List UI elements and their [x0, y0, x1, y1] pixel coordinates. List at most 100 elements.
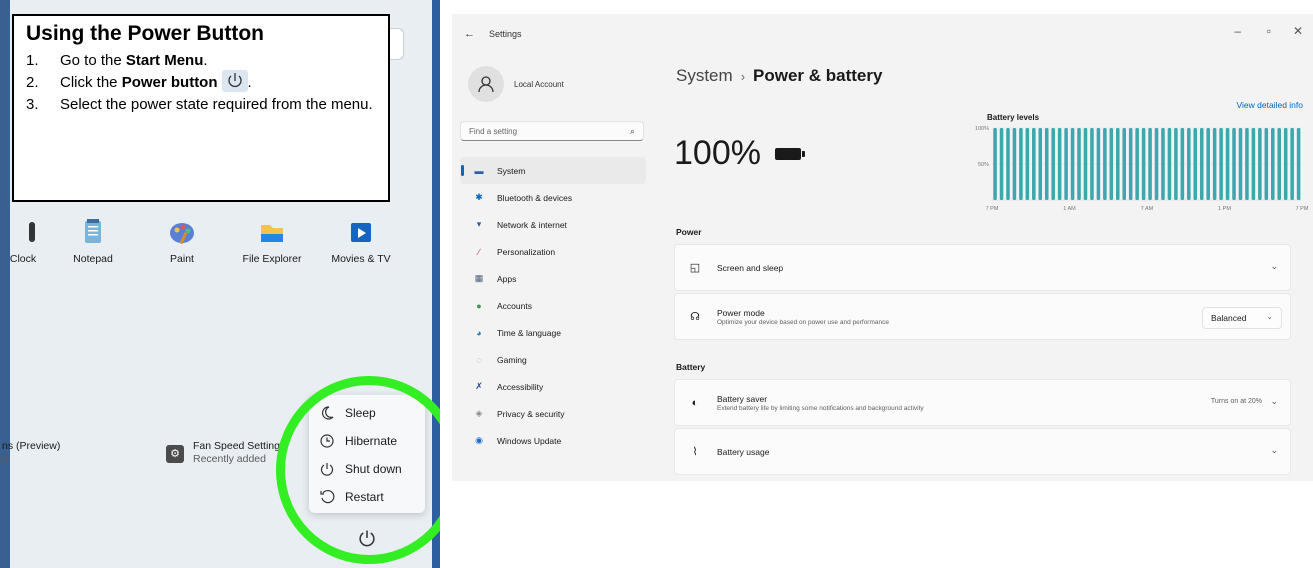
page-title: Power & battery — [753, 66, 883, 85]
nav-item-network[interactable]: ▾ Network & internet — [460, 211, 646, 238]
battery-level-bar — [1019, 128, 1023, 200]
battery-level-bar — [1225, 128, 1230, 200]
nav-item-apps[interactable]: ▦ Apps — [460, 265, 646, 292]
battery-level-bar — [1051, 128, 1055, 200]
nav-label: Accounts — [497, 300, 532, 311]
movies-icon — [347, 218, 375, 246]
battery-section-label: Battery — [676, 362, 706, 372]
account-profile[interactable]: Local Account — [468, 66, 564, 102]
power-icon — [221, 70, 248, 93]
chevron-down-icon: ⌄ — [1270, 445, 1278, 455]
chevron-down-icon: ⌄ — [1266, 312, 1273, 321]
battery-level-bar — [1032, 128, 1036, 200]
power-section-label: Power — [676, 227, 702, 237]
restart-menu-item[interactable]: Restart — [309, 483, 425, 511]
step-text: Click the — [60, 74, 122, 91]
folder-icon — [258, 218, 286, 246]
battery-level-bar — [1161, 128, 1165, 200]
find-setting-input[interactable]: Find a setting ⌕ — [460, 121, 644, 141]
gamepad-icon: ◌ — [476, 354, 482, 365]
battery-level-bar — [1251, 128, 1256, 200]
nav-label: Accessibility — [497, 381, 544, 392]
battery-level-bar — [1180, 128, 1185, 200]
step-text: Select the power state required from the… — [60, 96, 373, 114]
step-text: . — [247, 74, 252, 91]
battery-level-bar — [1290, 128, 1294, 200]
breadcrumb-parent[interactable]: System — [676, 66, 733, 85]
battery-level-bar — [1135, 128, 1139, 200]
pinned-app-paint[interactable]: Paint — [137, 218, 227, 265]
battery-level-bar — [1277, 128, 1282, 200]
screenshot-root: Clock Notepad Paint File Explorer Movies… — [0, 0, 1313, 568]
recommended-subtitle: d — [2, 453, 8, 465]
battery-level-bar — [1167, 128, 1172, 200]
fan-icon: ⚙ — [166, 445, 184, 463]
app-label: Clock — [9, 253, 37, 265]
nav-item-accounts[interactable]: ● Accounts — [460, 292, 646, 319]
chevron-down-icon: ⌄ — [1270, 396, 1278, 406]
battery-level-bar — [1154, 128, 1159, 200]
nav-item-windows-update[interactable]: ◉ Windows Update — [460, 427, 646, 454]
nav-item-system[interactable]: ▬ System — [460, 157, 646, 184]
battery-level-bar — [1245, 128, 1249, 200]
y-tick-label: 100% — [975, 126, 989, 132]
x-tick-label: 7 PM — [986, 206, 999, 212]
sleep-menu-item[interactable]: Sleep — [309, 399, 425, 427]
battery-saver-card[interactable]: ◐ Battery saver Extend battery life by l… — [674, 379, 1291, 426]
window-title: Settings — [489, 29, 522, 39]
pinned-app-file-explorer[interactable]: File Explorer — [227, 218, 317, 265]
pinned-app-notepad[interactable]: Notepad — [48, 218, 138, 265]
shut-down-menu-item[interactable]: Shut down — [309, 455, 425, 483]
battery-level-bar — [1038, 128, 1043, 200]
maximize-icon[interactable]: ▫ — [1267, 24, 1271, 38]
breadcrumb-separator: › — [740, 69, 746, 84]
notepad-icon — [79, 218, 107, 246]
view-detailed-info-link[interactable]: View detailed info — [1237, 100, 1303, 110]
power-mode-dropdown[interactable]: Balanced ⌄ — [1202, 307, 1282, 329]
battery-level-bar — [1103, 128, 1107, 200]
moon-icon — [321, 406, 334, 420]
hibernate-menu-item[interactable]: Hibernate — [309, 427, 425, 455]
card-description: Optimize your device based on power use … — [717, 318, 889, 326]
power-icon — [320, 463, 334, 476]
paint-icon — [168, 218, 196, 246]
battery-level-bar — [1109, 128, 1114, 200]
close-icon[interactable]: ✕ — [1293, 24, 1303, 38]
battery-level-bar — [1296, 128, 1301, 200]
recommended-item[interactable]: ns (Preview) d — [2, 440, 60, 466]
x-tick-label: 1 AM — [1063, 206, 1076, 212]
screen-and-sleep-card[interactable]: ◱ Screen and sleep ⌄ — [674, 244, 1291, 291]
instruction-title: Using the Power Button — [26, 22, 264, 45]
battery-level-bar — [1232, 128, 1236, 200]
battery-level-bar — [1187, 128, 1191, 200]
recommended-item[interactable]: Fan Speed Setting Recently added — [193, 440, 280, 466]
settings-nav: ▬ System ✱ Bluetooth & devices ▾ Network & … — [460, 157, 646, 454]
pinned-app-movies-tv[interactable]: Movies & TV — [316, 218, 406, 265]
globe-icon: ◕ — [476, 327, 482, 338]
search-placeholder: Find a setting — [469, 127, 518, 136]
nav-item-bluetooth[interactable]: ✱ Bluetooth & devices — [460, 184, 646, 211]
app-label: Movies & TV — [331, 253, 391, 265]
battery-levels-chart: 100% 50% 7 PM 1 AM 7 AM 1 PM 7 PM — [975, 126, 1309, 212]
nav-item-time-language[interactable]: ◕ Time & language — [460, 319, 646, 346]
back-arrow-icon[interactable]: ← — [464, 28, 475, 40]
restart-icon — [320, 489, 335, 504]
settings-window: ← Settings – ▫ ✕ Local Account Find a se… — [452, 14, 1313, 481]
battery-level-bar — [1057, 128, 1062, 200]
card-description: Extend battery life by limiting some not… — [717, 404, 924, 412]
instruction-step: 2. Click the Power button. — [26, 70, 378, 94]
power-button-icon[interactable] — [357, 528, 377, 548]
nav-item-gaming[interactable]: ◌ Gaming — [460, 346, 646, 373]
minimize-icon[interactable]: – — [1234, 24, 1241, 38]
nav-item-personalization[interactable]: ∕ Personalization — [460, 238, 646, 265]
battery-level-bar — [1090, 128, 1094, 200]
nav-label: Apps — [497, 273, 517, 284]
x-tick-label: 7 PM — [1296, 206, 1309, 212]
nav-label: Network & internet — [497, 219, 567, 230]
menu-item-label: Shut down — [345, 462, 402, 476]
battery-usage-card[interactable]: ⌇ Battery usage ⌄ — [674, 428, 1291, 475]
y-tick-label: 50% — [978, 162, 989, 168]
battery-level-bar — [1148, 128, 1152, 200]
nav-item-privacy[interactable]: ◈ Privacy & security — [460, 400, 646, 427]
nav-item-accessibility[interactable]: ✗ Accessibility — [460, 373, 646, 400]
